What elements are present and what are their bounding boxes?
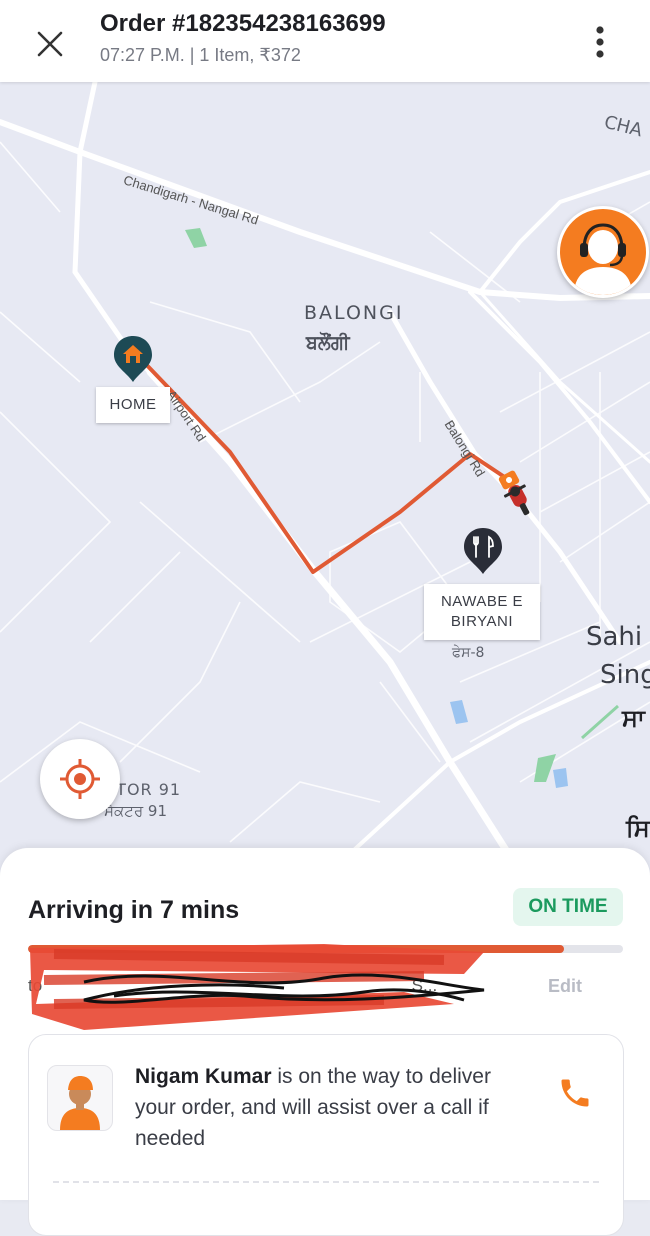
more-options-button[interactable] xyxy=(584,22,616,62)
locate-me-button[interactable] xyxy=(40,739,120,819)
home-pin-icon[interactable] xyxy=(112,334,154,384)
map-label-si-punjabi: ਸਿ xyxy=(626,814,650,842)
map-label-sa-punjabi: ਸਾ xyxy=(622,704,645,732)
order-header: Order #182354238163699 07:27 P.M. | 1 It… xyxy=(0,0,650,82)
restaurant-pin-label: NAWABE E BIRYANI xyxy=(424,584,540,640)
map-label-sahi: Sahi xyxy=(586,622,643,652)
order-title: Order #182354238163699 xyxy=(100,10,386,37)
card-divider xyxy=(53,1181,599,1183)
map-label-balongi-punjabi: ਬਲੌਂਗੀ xyxy=(306,332,350,354)
map-label-phase8: ਫੇਸ-8 xyxy=(452,645,485,661)
map-label-sector-punjabi: ਸੈਕਟਰ 91 xyxy=(104,802,167,820)
delivery-scooter-icon xyxy=(498,470,530,516)
call-rider-button[interactable] xyxy=(553,1071,597,1115)
locate-icon xyxy=(60,759,100,799)
home-pin-label: HOME xyxy=(96,387,170,423)
support-agent-icon xyxy=(574,223,632,295)
arrival-eta: Arriving in 7 mins xyxy=(28,896,240,924)
phone-icon xyxy=(561,1079,589,1107)
support-agent-button[interactable] xyxy=(557,206,649,298)
order-status-sheet: Arriving in 7 mins ON TIME to S... Edit … xyxy=(0,848,650,1236)
rider-avatar-icon xyxy=(60,1076,100,1130)
rider-avatar xyxy=(47,1065,113,1131)
order-subtitle: 07:27 P.M. | 1 Item, ₹372 xyxy=(100,45,301,65)
restaurant-pin-icon[interactable] xyxy=(462,526,504,576)
delivery-map[interactable]: Chandigarh - Nangal Rd Airport Rd Balong… xyxy=(0,82,650,872)
map-label-sing: Sing xyxy=(600,660,650,690)
map-label-balongi: BALONGI xyxy=(304,302,404,324)
close-icon xyxy=(37,31,63,57)
restaurant-label-line1: NAWABE E xyxy=(440,593,524,610)
close-button[interactable] xyxy=(30,24,70,64)
restaurant-label-line2: BIRYANI xyxy=(450,613,514,630)
edit-address-link[interactable]: Edit xyxy=(548,976,582,997)
rider-name: Nigam Kumar xyxy=(135,1065,272,1088)
redaction-scribble xyxy=(30,944,485,1030)
rider-card: Nigam Kumar is on the way to deliver you… xyxy=(28,1034,624,1236)
status-badge: ON TIME xyxy=(513,888,623,926)
rider-message: Nigam Kumar is on the way to deliver you… xyxy=(135,1061,515,1154)
more-vertical-icon xyxy=(596,26,604,58)
